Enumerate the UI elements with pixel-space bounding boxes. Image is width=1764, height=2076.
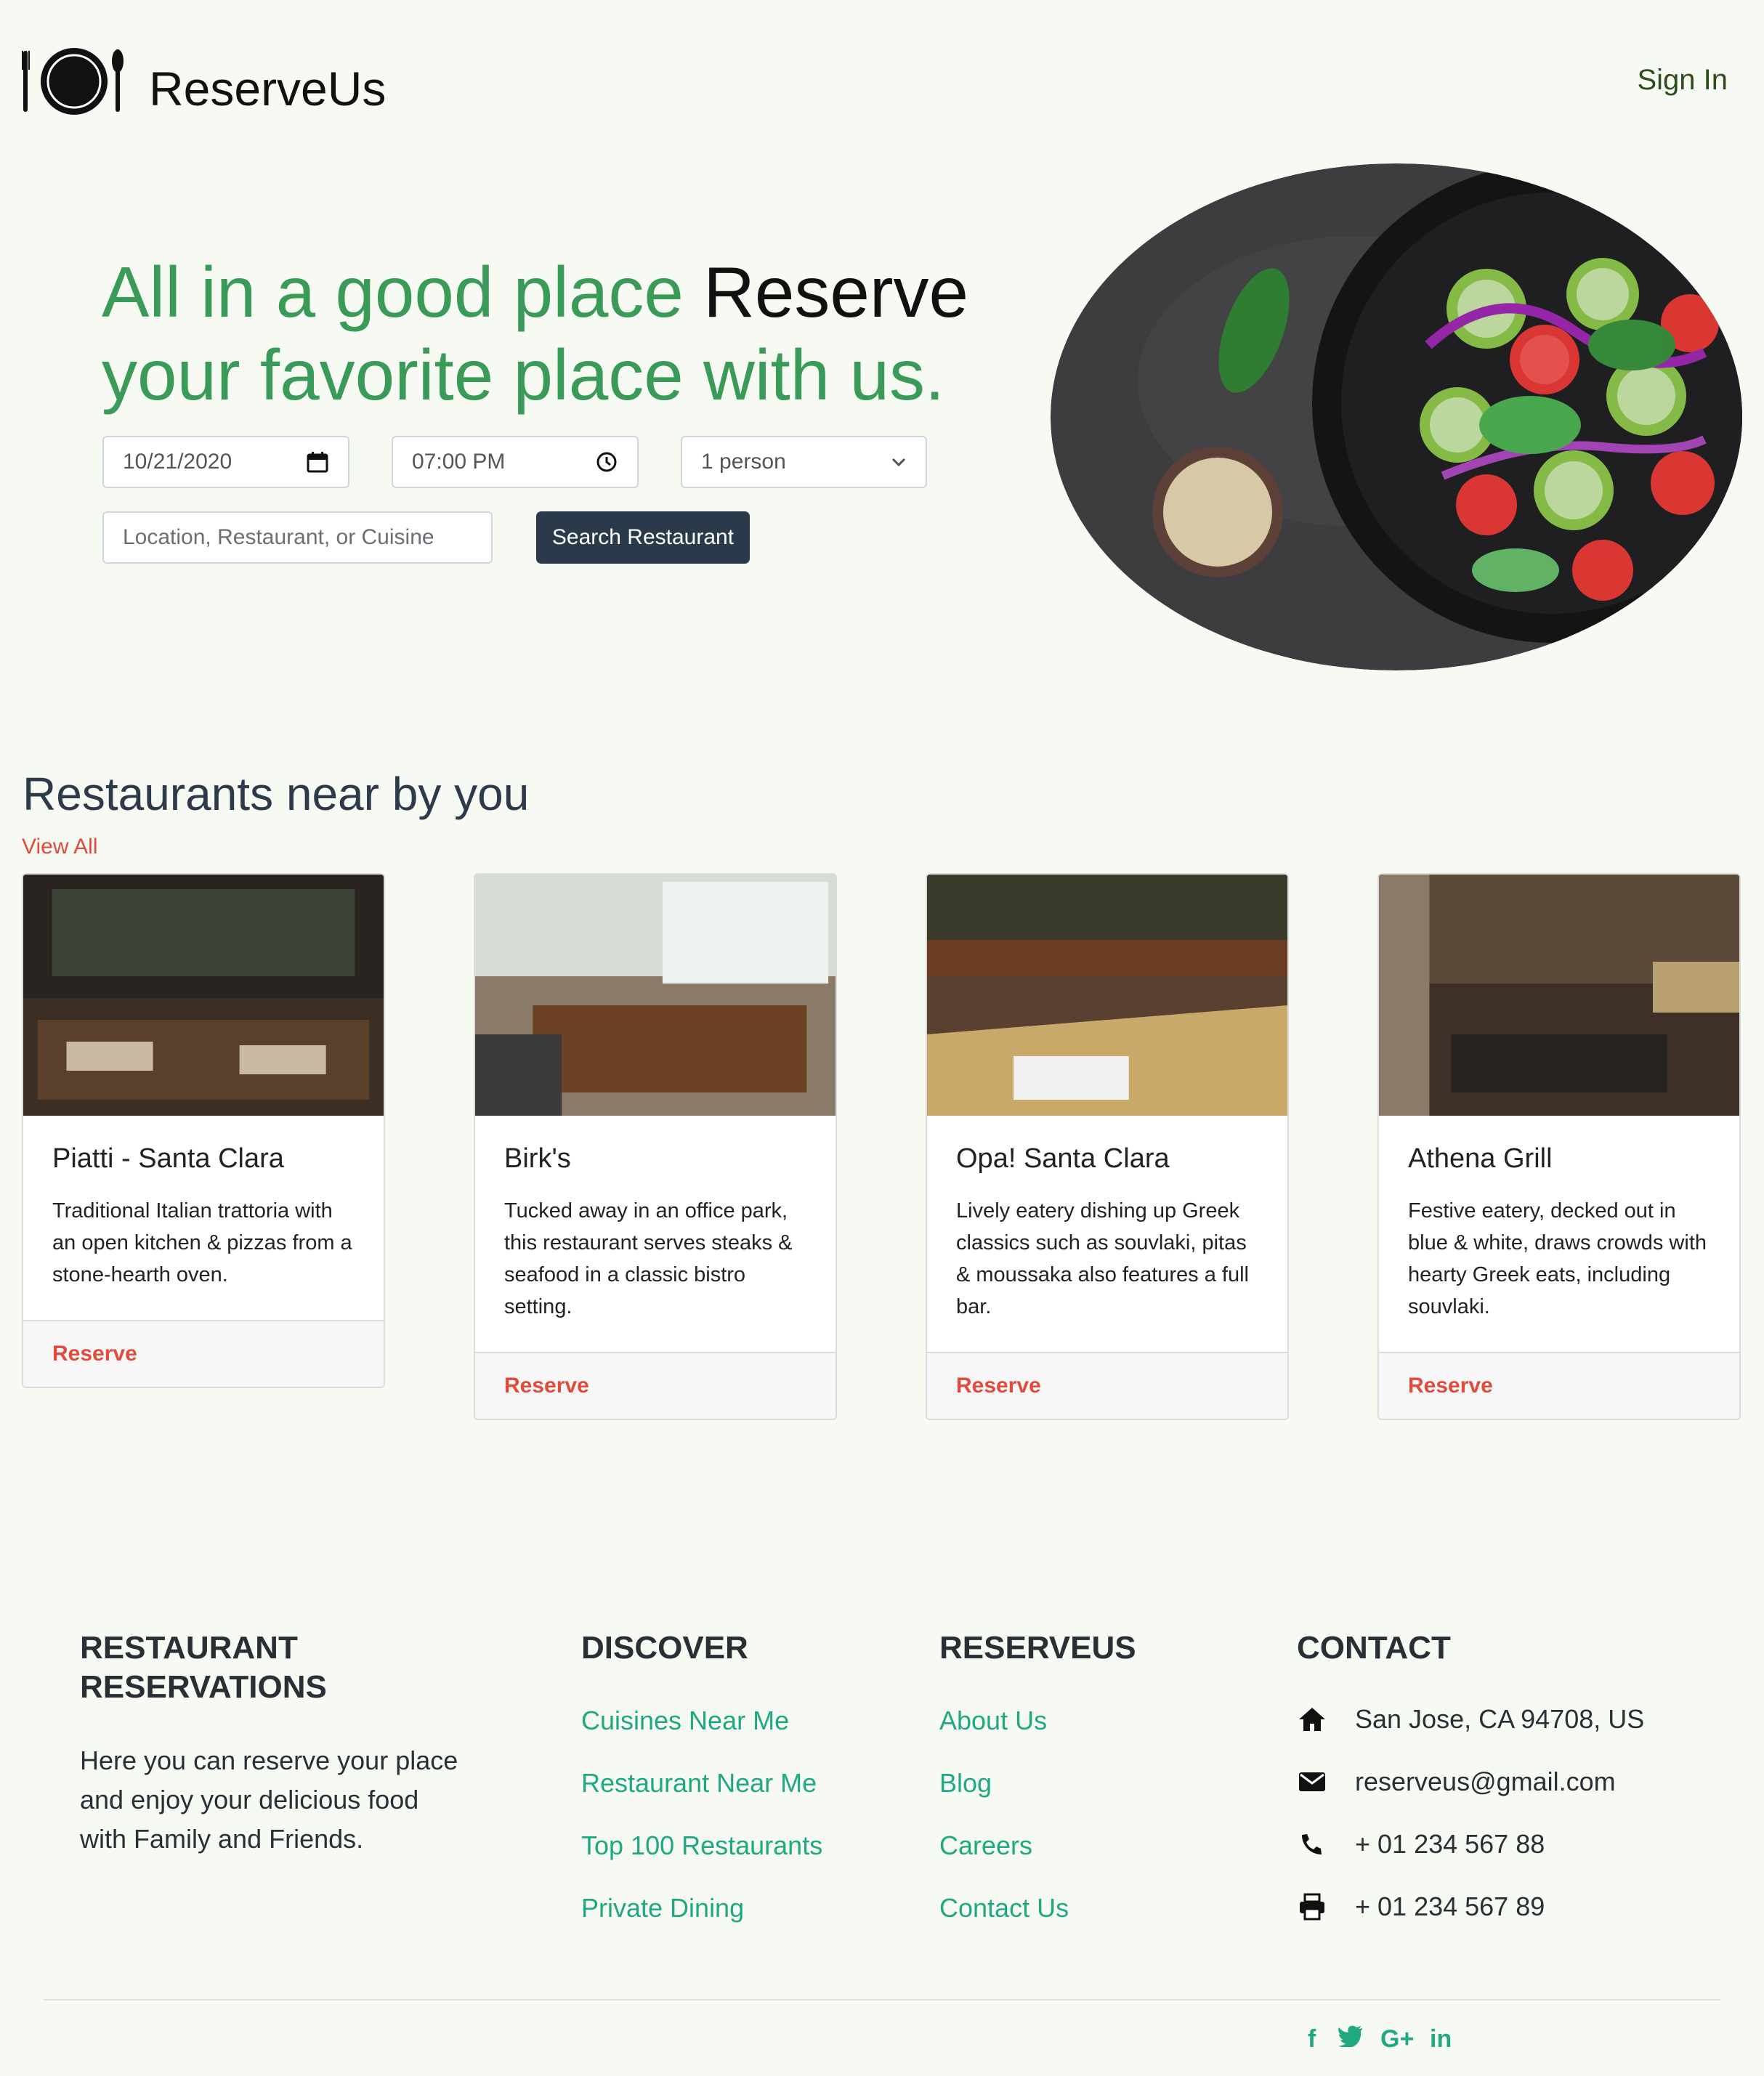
hero-title-part-3: your favorite place with us.: [102, 335, 945, 415]
party-size-value: 1 person: [701, 450, 786, 474]
restaurant-name[interactable]: Piatti - Santa Clara: [52, 1143, 355, 1175]
footer-link-blog[interactable]: Blog: [939, 1768, 992, 1799]
restaurant-card[interactable]: Birk's Tucked away in an office park, th…: [474, 873, 837, 1420]
footer-link-cuisines-near-me[interactable]: Cuisines Near Me: [581, 1706, 789, 1736]
chevron-down-icon: [891, 458, 906, 467]
footer-link-about-us[interactable]: About Us: [939, 1706, 1047, 1736]
restaurant-description: Festive eatery, decked out in blue & whi…: [1408, 1199, 1707, 1318]
restaurant-description: Traditional Italian trattoria with an op…: [52, 1199, 352, 1286]
linkedin-icon[interactable]: in: [1430, 2025, 1452, 2053]
footer-about-line-1: Here you can reserve your place: [80, 1745, 458, 1775]
restaurant-description: Lively eatery dishing up Greek classics …: [956, 1199, 1249, 1318]
clock-icon[interactable]: [595, 450, 618, 474]
footer-link-restaurant-near-me[interactable]: Restaurant Near Me: [581, 1768, 817, 1799]
footer-about-text: Here you can reserve your place and enjo…: [80, 1741, 458, 1859]
footer-about-line-2: and enjoy your delicious food: [80, 1785, 419, 1815]
view-all-link[interactable]: View All: [22, 835, 98, 859]
footer-divider: [44, 1999, 1720, 2000]
contact-email: reserveus@gmail.com: [1297, 1767, 1616, 1797]
restaurant-name[interactable]: Athena Grill: [1408, 1143, 1710, 1175]
restaurant-card[interactable]: Opa! Santa Clara Lively eatery dishing u…: [926, 873, 1289, 1420]
party-size-select[interactable]: 1 person: [681, 436, 927, 488]
calendar-icon[interactable]: [306, 450, 329, 474]
time-value: 07:00 PM: [412, 450, 506, 474]
contact-fax: + 01 234 567 89: [1297, 1891, 1545, 1922]
printer-icon: [1297, 1891, 1327, 1922]
footer-heading-contact: CONTACT: [1297, 1630, 1451, 1666]
search-restaurant-button[interactable]: Search Restaurant: [536, 511, 750, 564]
footer-heading-restaurant-reservations: RESTAURANT RESERVATIONS: [80, 1629, 327, 1707]
date-input[interactable]: 10/21/2020: [102, 436, 349, 488]
facebook-icon[interactable]: f: [1308, 2025, 1316, 2053]
footer-heading-discover: DISCOVER: [581, 1630, 748, 1666]
restaurant-image: [1379, 875, 1739, 1116]
restaurant-card[interactable]: Piatti - Santa Clara Traditional Italian…: [22, 873, 385, 1388]
footer-about-line-3: with Family and Friends.: [80, 1824, 364, 1854]
contact-phone-text: + 01 234 567 88: [1355, 1829, 1545, 1859]
location-search-input[interactable]: Location, Restaurant, or Cuisine: [102, 511, 493, 564]
twitter-icon[interactable]: [1338, 2025, 1363, 2053]
restaurant-image: [23, 875, 384, 1116]
footer-heading-line-2: RESERVATIONS: [80, 1669, 327, 1705]
footer-link-contact-us[interactable]: Contact Us: [939, 1893, 1069, 1923]
restaurant-name[interactable]: Birk's: [504, 1143, 806, 1175]
envelope-icon: [1297, 1767, 1327, 1797]
home-icon: [1297, 1704, 1327, 1735]
reserve-button[interactable]: Reserve: [475, 1352, 836, 1419]
reserve-button[interactable]: Reserve: [927, 1352, 1287, 1419]
restaurant-card[interactable]: Athena Grill Festive eatery, decked out …: [1377, 873, 1741, 1420]
location-placeholder: Location, Restaurant, or Cuisine: [123, 525, 434, 549]
section-title: Restaurants near by you: [23, 768, 530, 820]
restaurant-image: [927, 875, 1287, 1116]
logo-icon: [22, 48, 124, 115]
restaurant-image: [475, 875, 836, 1116]
footer-link-top-100[interactable]: Top 100 Restaurants: [581, 1830, 822, 1861]
contact-email-text[interactable]: reserveus@gmail.com: [1355, 1767, 1616, 1797]
footer-heading-line-1: RESTAURANT: [80, 1630, 298, 1666]
hero-title: All in a good place Reserve your favorit…: [102, 251, 974, 416]
contact-fax-text: + 01 234 567 89: [1355, 1891, 1545, 1921]
contact-address: San Jose, CA 94708, US: [1297, 1704, 1644, 1735]
restaurant-name[interactable]: Opa! Santa Clara: [956, 1143, 1258, 1175]
contact-address-text: San Jose, CA 94708, US: [1355, 1704, 1645, 1734]
hero-title-part-1: All in a good place: [102, 252, 704, 332]
reserve-button[interactable]: Reserve: [23, 1320, 384, 1387]
google-plus-icon[interactable]: G+: [1380, 2025, 1414, 2053]
time-input[interactable]: 07:00 PM: [392, 436, 639, 488]
sign-in-link[interactable]: Sign In: [1637, 64, 1728, 97]
phone-icon: [1297, 1829, 1327, 1860]
date-value: 10/21/2020: [123, 450, 232, 474]
footer-link-careers[interactable]: Careers: [939, 1830, 1032, 1861]
footer-heading-reserveus: RESERVEUS: [939, 1630, 1136, 1666]
restaurant-description: Tucked away in an office park, this rest…: [504, 1199, 793, 1318]
footer-link-private-dining[interactable]: Private Dining: [581, 1893, 744, 1923]
hero-salad-image: [1051, 163, 1742, 670]
brand-name[interactable]: ReserveUs: [149, 61, 386, 116]
reserve-button[interactable]: Reserve: [1379, 1352, 1739, 1419]
hero-title-part-2: Reserve: [703, 252, 969, 332]
contact-phone: + 01 234 567 88: [1297, 1829, 1545, 1860]
